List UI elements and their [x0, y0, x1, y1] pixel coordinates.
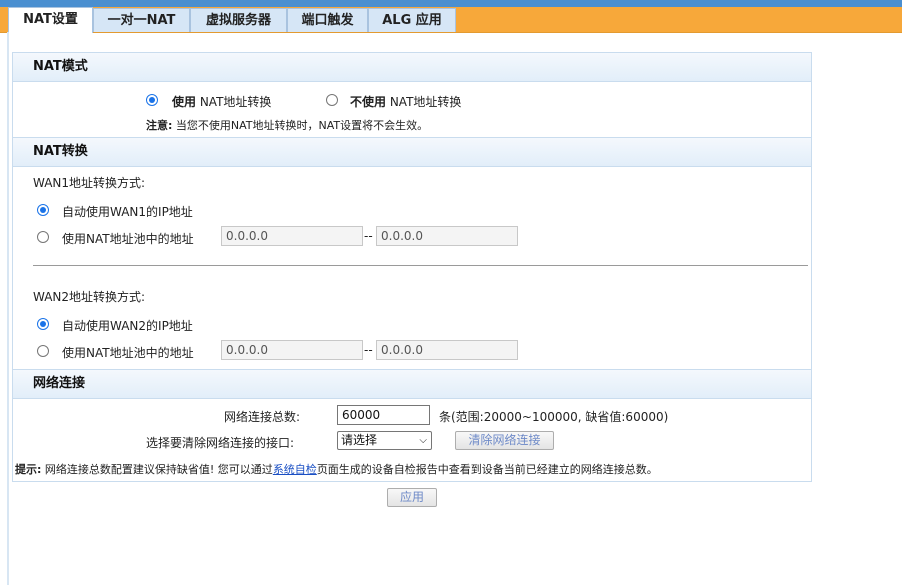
- wan1-pool-end-input[interactable]: 0.0.0.0: [376, 226, 518, 246]
- clear-interface-label: 选择要清除网络连接的接口:: [146, 436, 295, 450]
- tab-bar: NAT设置 一对一NAT 虚拟服务器 端口触发 ALG 应用: [0, 7, 902, 33]
- tab-one-to-one-nat[interactable]: 一对一NAT: [93, 8, 190, 32]
- radio-wan1-auto[interactable]: [37, 204, 49, 216]
- section-header-nat-mode: NAT模式: [12, 52, 812, 82]
- nat-mode-note: 注意: 当您不使用NAT地址转换时，NAT设置将不会生效。: [146, 119, 429, 132]
- label-wan2-pool: 使用NAT地址池中的地址: [62, 346, 194, 360]
- tip-text: 提示: 网络连接总数配置建议保持缺省值! 您可以通过系统自检页面生成的设备自检报…: [15, 463, 658, 476]
- label-wan1-pool: 使用NAT地址池中的地址: [62, 232, 194, 246]
- tab-alg[interactable]: ALG 应用: [368, 8, 456, 32]
- label-wan2-auto: 自动使用WAN2的IP地址: [62, 319, 193, 333]
- wan-divider: [33, 265, 808, 266]
- radio-wan2-pool[interactable]: [37, 345, 49, 357]
- tab-port-trigger[interactable]: 端口触发: [287, 8, 368, 32]
- wan2-pool-separator: --: [364, 343, 373, 357]
- radio-wan1-pool[interactable]: [37, 231, 49, 243]
- tab-nat-settings[interactable]: NAT设置: [8, 7, 93, 33]
- section-header-nat-translation: NAT转换: [12, 137, 812, 167]
- clear-interface-select[interactable]: 请选择 ⌵: [337, 431, 432, 450]
- clear-connections-button[interactable]: 清除网络连接: [455, 431, 554, 450]
- radio-wan2-auto[interactable]: [37, 318, 49, 330]
- label-no-nat: 不使用 NAT地址转换: [350, 95, 462, 109]
- wan1-pool-separator: --: [364, 229, 373, 243]
- wan1-heading: WAN1地址转换方式:: [33, 176, 146, 190]
- radio-no-nat[interactable]: [326, 94, 338, 106]
- tab-virtual-server[interactable]: 虚拟服务器: [190, 8, 287, 32]
- wan1-pool-start-input[interactable]: 0.0.0.0: [221, 226, 363, 246]
- top-accent-line: [0, 0, 902, 7]
- section-header-network-connection: 网络连接: [12, 369, 812, 399]
- chevron-down-icon: ⌵: [419, 435, 427, 446]
- apply-button[interactable]: 应用: [387, 488, 437, 507]
- system-check-link[interactable]: 系统自检: [273, 463, 317, 476]
- wan2-pool-start-input[interactable]: 0.0.0.0: [221, 340, 363, 360]
- total-connections-hint: 条(范围:20000~100000, 缺省值:60000): [439, 410, 669, 424]
- total-connections-input[interactable]: 60000: [337, 405, 430, 425]
- wan2-pool-end-input[interactable]: 0.0.0.0: [376, 340, 518, 360]
- wan2-heading: WAN2地址转换方式:: [33, 290, 146, 304]
- total-connections-label: 网络连接总数:: [224, 410, 301, 424]
- left-border: [7, 32, 9, 585]
- label-use-nat: 使用 NAT地址转换: [172, 95, 272, 109]
- radio-use-nat[interactable]: [146, 94, 158, 106]
- label-wan1-auto: 自动使用WAN1的IP地址: [62, 205, 193, 219]
